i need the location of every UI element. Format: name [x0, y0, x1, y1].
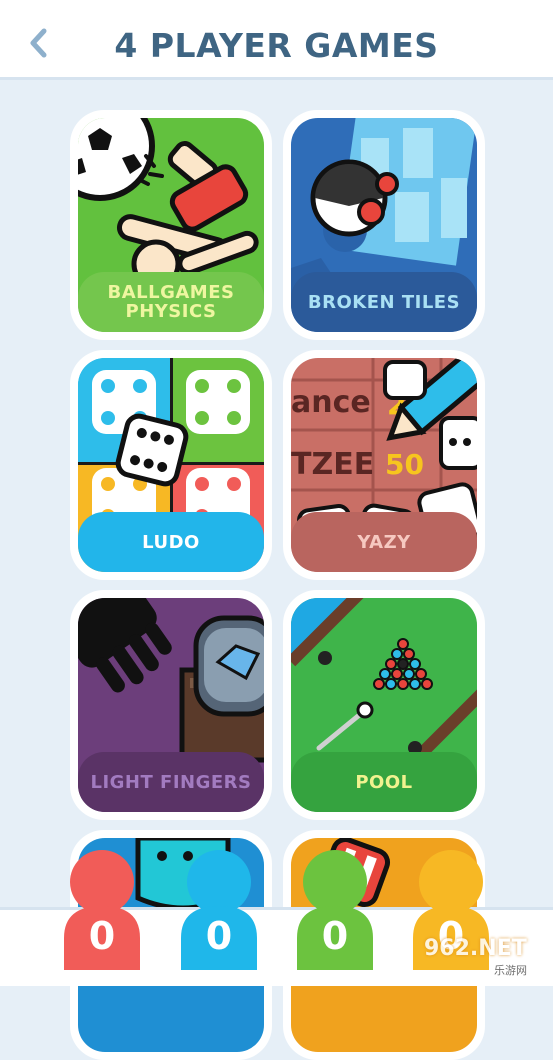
score-row-label: TZEE	[291, 447, 374, 482]
player-1-button[interactable]: 0	[62, 848, 142, 970]
game-card-ballgames-physics[interactable]: BALLGAMES PHYSICS	[70, 110, 272, 340]
player-2-button[interactable]: 0	[179, 848, 259, 970]
game-label: YAZY	[291, 512, 477, 572]
pool-balls-icon	[373, 638, 433, 690]
watermark-text: 962.NET	[424, 936, 527, 961]
game-label: BALLGAMES PHYSICS	[78, 272, 264, 332]
game-thumbnail: LIGHT FINGERS	[78, 598, 264, 812]
header-bar: 4 PLAYER GAMES	[0, 0, 553, 80]
page-title: 4 PLAYER GAMES	[114, 26, 439, 65]
score-row-label: ance	[291, 385, 371, 420]
player-3-button[interactable]: 0	[295, 848, 375, 970]
player-score: 0	[88, 914, 116, 958]
player-score: 0	[205, 914, 233, 958]
player-score: 0	[321, 914, 349, 958]
watermark-subtext: 乐游网	[494, 964, 527, 977]
game-card-pool[interactable]: POOL	[283, 590, 485, 820]
hand-icon	[78, 598, 172, 693]
game-label: LUDO	[78, 512, 264, 572]
score-value: 50	[385, 448, 424, 481]
game-label: LIGHT FINGERS	[78, 752, 264, 812]
game-card-yazy[interactable]: ance TZEE 2 50 YAZY	[283, 350, 485, 580]
dice-icon	[115, 413, 189, 487]
game-label: BROKEN TILES	[291, 272, 477, 332]
game-card-ludo[interactable]: LUDO	[70, 350, 272, 580]
game-label: POOL	[291, 752, 477, 812]
game-thumbnail: ance TZEE 2 50 YAZY	[291, 358, 477, 572]
game-thumbnail: POOL	[291, 598, 477, 812]
watermark-logo: 962.NET 乐游网	[412, 934, 548, 978]
game-card-light-fingers[interactable]: LIGHT FINGERS	[70, 590, 272, 820]
game-thumbnail: LUDO	[78, 358, 264, 572]
game-thumbnail: BROKEN TILES	[291, 118, 477, 332]
game-thumbnail: BALLGAMES PHYSICS	[78, 118, 264, 332]
game-card-broken-tiles[interactable]: BROKEN TILES	[283, 110, 485, 340]
